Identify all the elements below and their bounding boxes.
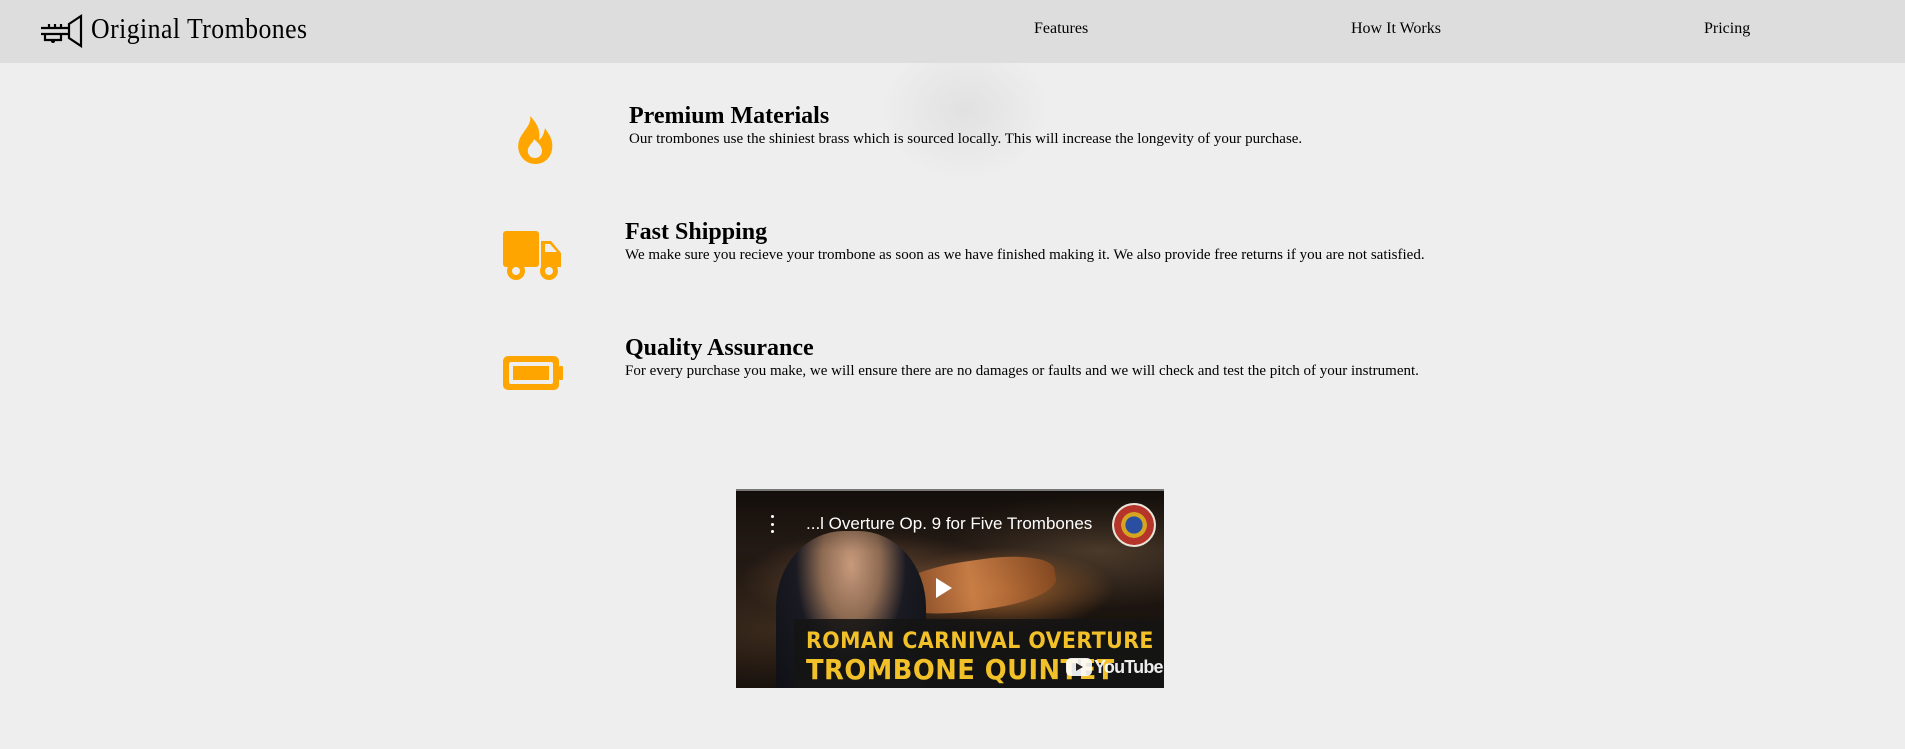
brand-name: Original Trombones (91, 14, 308, 45)
feature-title: Premium Materials (629, 103, 830, 129)
embedded-video[interactable]: ...l Overture Op. 9 for Five Trombones R… (736, 489, 1164, 688)
play-icon[interactable] (936, 578, 952, 598)
youtube-wordmark: YouTube (1094, 656, 1164, 677)
feature-description: For every purchase you make, we will ens… (625, 363, 1419, 379)
feature-title: Quality Assurance (625, 335, 814, 361)
video-title[interactable]: ...l Overture Op. 9 for Five Trombones (806, 514, 1092, 534)
youtube-logo[interactable]: YouTube (1066, 656, 1164, 678)
nav-link-how-it-works[interactable]: How It Works (1351, 20, 1441, 38)
feature-description: Our trombones use the shiniest brass whi… (629, 131, 1303, 147)
feature-description: We make sure you recieve your trombone a… (625, 247, 1425, 263)
feature-title: Fast Shipping (625, 219, 768, 245)
battery-icon (503, 356, 563, 390)
navbar: Original Trombones Features How It Works… (0, 0, 1905, 63)
nav-link-pricing[interactable]: Pricing (1704, 20, 1750, 38)
youtube-play-icon (1066, 658, 1092, 676)
banner-line-1: ROMAN CARNIVAL OVERTURE (806, 629, 1154, 654)
brand[interactable]: Original Trombones (39, 12, 326, 48)
fire-icon (518, 116, 553, 164)
channel-avatar-icon[interactable] (1112, 503, 1156, 547)
more-options-icon[interactable] (770, 515, 774, 533)
nav-link-features[interactable]: Features (1034, 20, 1088, 38)
trombone-logo-icon (41, 13, 83, 48)
truck-icon (503, 231, 561, 280)
